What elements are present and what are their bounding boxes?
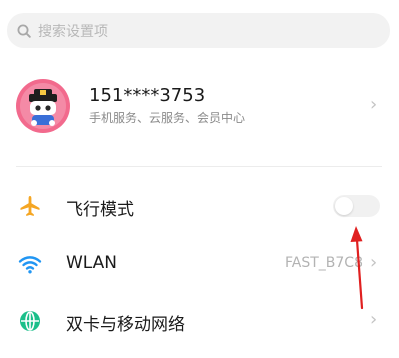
chevron-right-icon: › bbox=[370, 252, 378, 273]
section-divider bbox=[16, 166, 382, 167]
account-phone: 151****3753 bbox=[89, 85, 206, 106]
toggle-knob bbox=[335, 197, 353, 215]
account-subtitle: 手机服务、云服务、会员中心 bbox=[89, 111, 246, 125]
chevron-right-icon: › bbox=[370, 309, 378, 330]
setting-row-wlan[interactable]: WLAN FAST_B7C8 › bbox=[0, 244, 399, 284]
wlan-network-name: FAST_B7C8 bbox=[285, 255, 363, 271]
setting-label: 双卡与移动网络 bbox=[66, 315, 185, 335]
search-icon bbox=[17, 24, 31, 38]
chevron-right-icon: › bbox=[370, 94, 378, 115]
avatar bbox=[16, 79, 70, 133]
airplane-mode-toggle[interactable] bbox=[333, 195, 380, 217]
search-placeholder: 搜索设置项 bbox=[38, 23, 108, 40]
globe-icon bbox=[20, 311, 40, 331]
search-bar[interactable]: 搜索设置项 bbox=[7, 13, 390, 48]
account-profile-row[interactable]: 151****3753 手机服务、云服务、会员中心 › bbox=[16, 78, 392, 136]
setting-label: WLAN bbox=[66, 253, 118, 273]
airplane-icon bbox=[20, 196, 40, 216]
wifi-icon bbox=[18, 256, 42, 274]
setting-label: 飞行模式 bbox=[66, 200, 134, 220]
setting-row-airplane-mode[interactable]: 飞行模式 bbox=[0, 186, 399, 226]
setting-row-dual-sim-mobile-network[interactable]: 双卡与移动网络 › bbox=[0, 301, 399, 341]
